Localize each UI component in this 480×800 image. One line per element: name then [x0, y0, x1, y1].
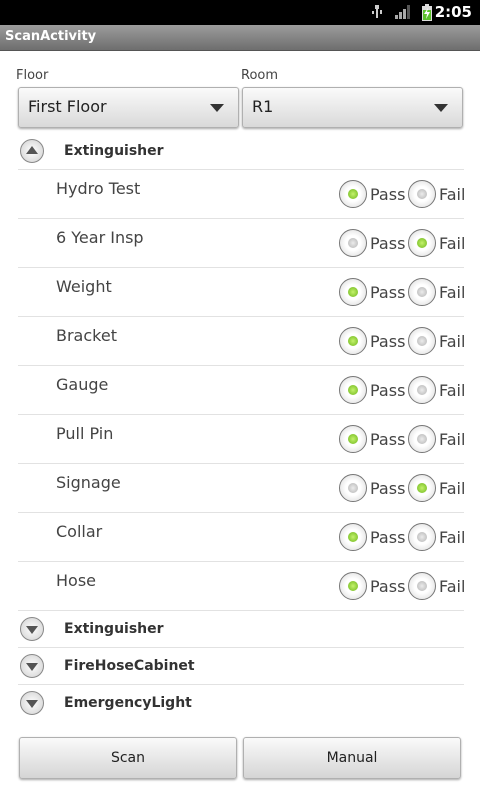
group-header-extinguisher[interactable]: Extinguisher: [18, 133, 464, 170]
fail-label: Fail: [439, 479, 466, 498]
list-item: Collar Pass Fail: [18, 513, 466, 562]
fail-label: Fail: [439, 577, 466, 596]
list-item: Bracket Pass Fail: [18, 317, 466, 366]
list-item: Signage Pass Fail: [18, 464, 466, 513]
pass-label: Pass: [370, 381, 406, 400]
clock: 2:05: [434, 3, 472, 21]
fail-label: Fail: [439, 283, 466, 302]
fail-radio[interactable]: [408, 425, 436, 453]
fail-radio[interactable]: [408, 572, 436, 600]
group-header-firehosecabinet[interactable]: FireHoseCabinet: [18, 648, 464, 685]
fail-radio[interactable]: [408, 327, 436, 355]
pass-radio[interactable]: [339, 376, 367, 404]
pass-radio[interactable]: [339, 572, 367, 600]
pass-label: Pass: [370, 332, 406, 351]
fail-label: Fail: [439, 234, 466, 253]
fail-radio[interactable]: [408, 180, 436, 208]
dropdown-arrow-icon: [210, 104, 224, 112]
fail-radio[interactable]: [408, 474, 436, 502]
collapse-icon[interactable]: [20, 139, 44, 163]
pass-label: Pass: [370, 234, 406, 253]
fail-label: Fail: [439, 430, 466, 449]
item-name: 6 Year Insp: [56, 228, 144, 247]
pass-label: Pass: [370, 528, 406, 547]
group-name: Extinguisher: [64, 621, 164, 637]
pass-label: Pass: [370, 479, 406, 498]
fail-radio[interactable]: [408, 229, 436, 257]
item-name: Gauge: [56, 375, 109, 394]
group-name: EmergencyLight: [64, 695, 192, 711]
list-item: 6 Year Insp Pass Fail: [18, 219, 466, 268]
item-name: Weight: [56, 277, 112, 296]
list-item: Gauge Pass Fail: [18, 366, 466, 415]
status-bar: 2:05: [0, 0, 480, 25]
signal-icon: [395, 5, 410, 19]
list-item: Hydro Test Pass Fail: [18, 170, 466, 219]
fail-radio[interactable]: [408, 278, 436, 306]
list-item: Hose Pass Fail: [18, 562, 466, 611]
item-name: Collar: [56, 522, 103, 541]
title-bar: ScanActivity: [0, 25, 480, 51]
item-name: Bracket: [56, 326, 117, 345]
group-name: FireHoseCabinet: [64, 658, 195, 674]
group-header-emergencylight[interactable]: EmergencyLight: [18, 685, 464, 721]
room-label: Room: [241, 68, 279, 83]
item-name: Signage: [56, 473, 121, 492]
floor-value: First Floor: [28, 97, 107, 116]
group-name: Extinguisher: [64, 143, 164, 159]
list-item: Pull Pin Pass Fail: [18, 415, 466, 464]
fail-radio[interactable]: [408, 376, 436, 404]
fail-label: Fail: [439, 528, 466, 547]
fail-label: Fail: [439, 332, 466, 351]
item-name: Pull Pin: [56, 424, 114, 443]
item-name: Hose: [56, 571, 96, 590]
app-title: ScanActivity: [5, 29, 97, 44]
pass-radio[interactable]: [339, 327, 367, 355]
pass-radio[interactable]: [339, 229, 367, 257]
pass-radio[interactable]: [339, 523, 367, 551]
usb-debug-icon: [372, 5, 382, 18]
pass-radio[interactable]: [339, 278, 367, 306]
fail-label: Fail: [439, 185, 466, 204]
manual-button[interactable]: Manual: [243, 737, 461, 779]
list-item: Weight Pass Fail: [18, 268, 466, 317]
floor-spinner[interactable]: First Floor: [18, 87, 239, 128]
expand-icon[interactable]: [20, 617, 44, 641]
room-value: R1: [252, 97, 274, 116]
scan-button[interactable]: Scan: [19, 737, 237, 779]
pass-label: Pass: [370, 185, 406, 204]
pass-radio[interactable]: [339, 425, 367, 453]
item-name: Hydro Test: [56, 179, 141, 198]
group-header-extinguisher-2[interactable]: Extinguisher: [18, 611, 464, 648]
room-spinner[interactable]: R1: [242, 87, 463, 128]
dropdown-arrow-icon: [434, 104, 448, 112]
expand-icon[interactable]: [20, 691, 44, 715]
floor-label: Floor: [16, 68, 49, 83]
battery-charging-icon: [422, 4, 432, 21]
expand-icon[interactable]: [20, 654, 44, 678]
pass-label: Pass: [370, 577, 406, 596]
pass-label: Pass: [370, 283, 406, 302]
pass-radio[interactable]: [339, 474, 367, 502]
fail-radio[interactable]: [408, 523, 436, 551]
pass-radio[interactable]: [339, 180, 367, 208]
pass-label: Pass: [370, 430, 406, 449]
fail-label: Fail: [439, 381, 466, 400]
